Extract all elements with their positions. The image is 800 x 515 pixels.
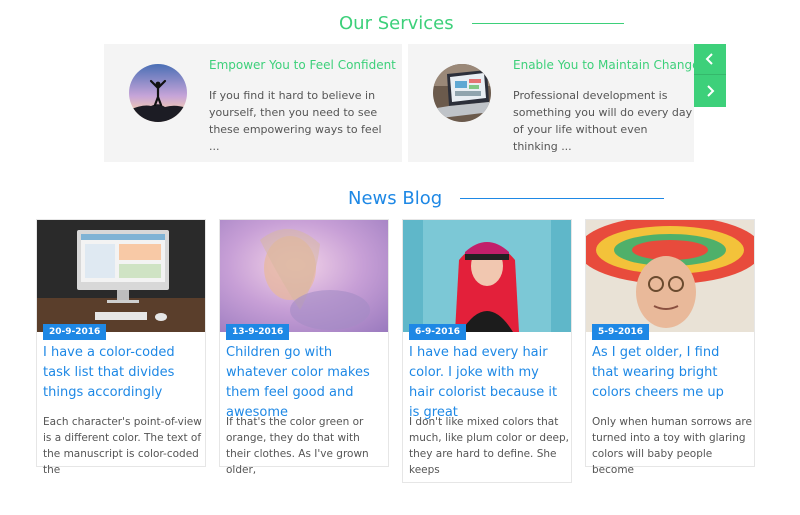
post-title-link[interactable]: Children go with whatever color makes th… <box>226 343 382 423</box>
post-title-link[interactable]: I have a color-coded task list that divi… <box>43 343 199 403</box>
post-excerpt: Only when human sorrows are turned into … <box>592 416 752 476</box>
service-card-changes: Enable You to Maintain Changes Professio… <box>408 44 706 162</box>
post-excerpt: I don't like mixed colors that much, lik… <box>409 416 569 476</box>
blog-post-card: 6-9-2016 I have had every hair color. I … <box>402 219 572 483</box>
post-date-badge: 5-9-2016 <box>592 324 650 340</box>
post-title-link[interactable]: As I get older, I find that wearing brig… <box>592 343 748 403</box>
blog-section-title: News Blog <box>348 188 665 209</box>
services-section-title: Our Services <box>339 13 624 34</box>
post-excerpt: Each character's point-of-view is a diff… <box>43 416 202 476</box>
post-date-badge: 13-9-2016 <box>226 324 290 340</box>
service-description: Professional development is something yo… <box>513 89 693 153</box>
blurred-girl-photo[interactable] <box>220 220 388 332</box>
services-title-text: Our Services <box>339 13 454 34</box>
blog-post-card: 13-9-2016 Children go with whatever colo… <box>219 219 389 476</box>
chevron-right-icon[interactable] <box>694 75 726 106</box>
blog-title-divider <box>460 198 665 199</box>
desktop-computer-photo[interactable] <box>37 220 205 332</box>
service-card-confidence: Empower You to Feel Confident If you fin… <box>104 44 402 162</box>
post-date-badge: 6-9-2016 <box>409 324 467 340</box>
service-heading[interactable]: Enable You to Maintain Changes <box>513 58 706 72</box>
chevron-left-icon[interactable] <box>694 44 726 75</box>
post-date-badge: 20-9-2016 <box>43 324 107 340</box>
service-description: If you find it hard to believe in yourse… <box>209 89 382 153</box>
blog-post-card: 20-9-2016 I have a color-coded task list… <box>36 219 206 476</box>
laptop-dashboard-photo <box>433 64 491 122</box>
red-haired-woman-photo[interactable] <box>403 220 571 332</box>
person-on-summit-photo <box>129 64 187 122</box>
service-heading[interactable]: Empower You to Feel Confident <box>209 58 396 72</box>
services-title-divider <box>471 23 624 24</box>
post-excerpt: If that's the color green or orange, the… <box>226 416 369 476</box>
blog-title-text: News Blog <box>348 188 443 209</box>
services-carousel-controls <box>694 44 726 107</box>
post-title-link[interactable]: I have had every hair color. I joke with… <box>409 343 565 423</box>
blog-post-card: 5-9-2016 As I get older, I find that wea… <box>585 219 755 476</box>
woman-with-sombrero-photo[interactable] <box>586 220 754 332</box>
